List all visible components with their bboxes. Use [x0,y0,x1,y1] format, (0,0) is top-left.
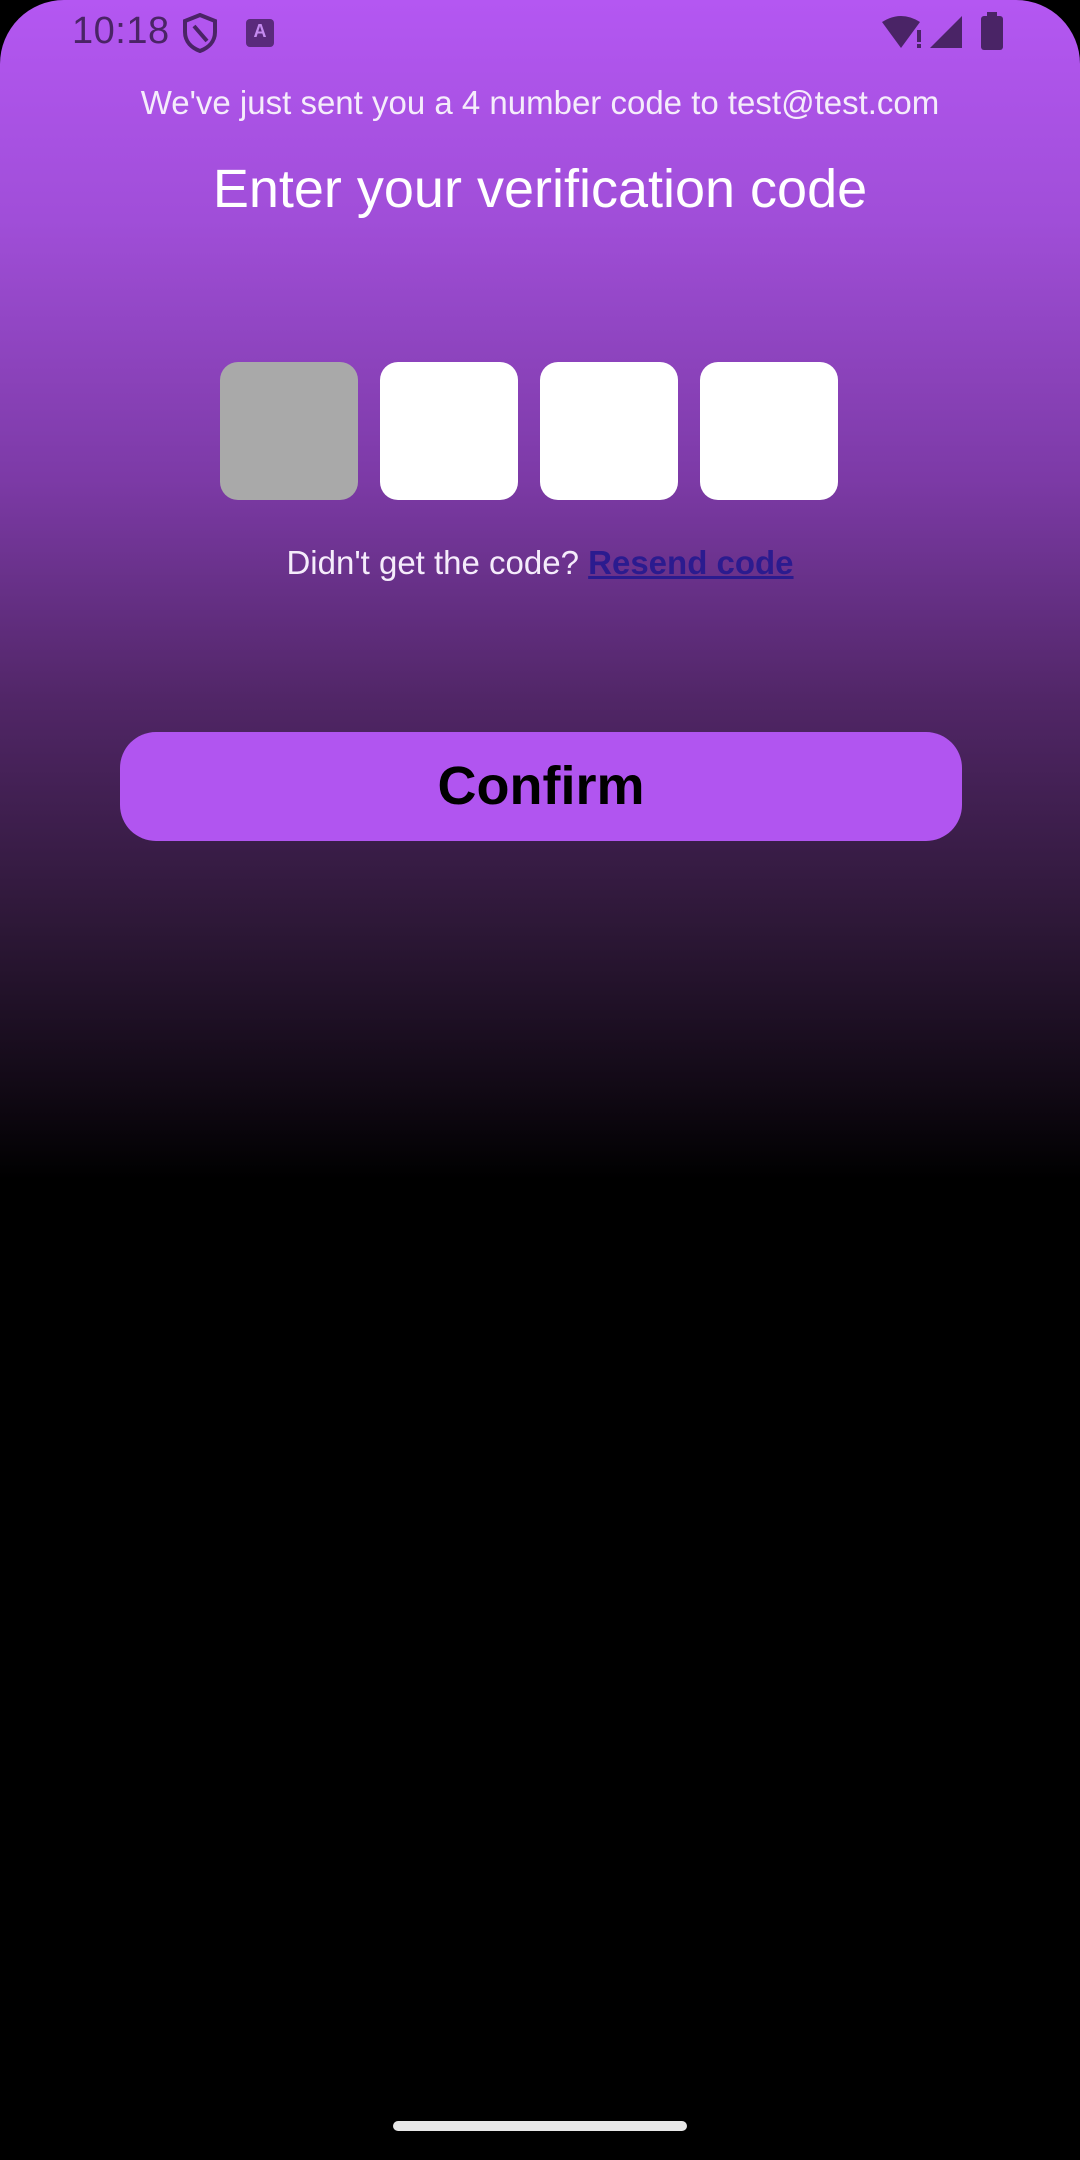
status-time: 10:18 [72,10,170,52]
verification-code-inputs [220,362,840,500]
code-digit-1-input[interactable] [220,362,358,500]
battery-icon [981,12,1003,50]
cellular-signal-icon [930,16,962,48]
code-sent-message: We've just sent you a 4 number code to t… [140,84,940,121]
status-bar: 10:18 A [0,0,1080,66]
home-indicator[interactable] [393,2121,687,2131]
code-digit-2-input[interactable] [380,362,518,500]
code-digit-4-input[interactable] [700,362,838,500]
accessibility-a-icon: A [246,19,274,47]
wifi-alert-icon [882,16,921,48]
resend-prompt-line: Didn't get the code? Resend code [0,544,1080,582]
shield-icon [183,13,217,53]
code-digit-3-input[interactable] [540,362,678,500]
resend-prompt-text: Didn't get the code? [286,544,579,581]
verification-screen: 10:18 A We've just sent you a 4 number c… [0,0,1080,2160]
confirm-button[interactable]: Confirm [120,732,962,841]
resend-code-link[interactable]: Resend code [588,544,793,581]
page-title: Enter your verification code [212,159,868,219]
